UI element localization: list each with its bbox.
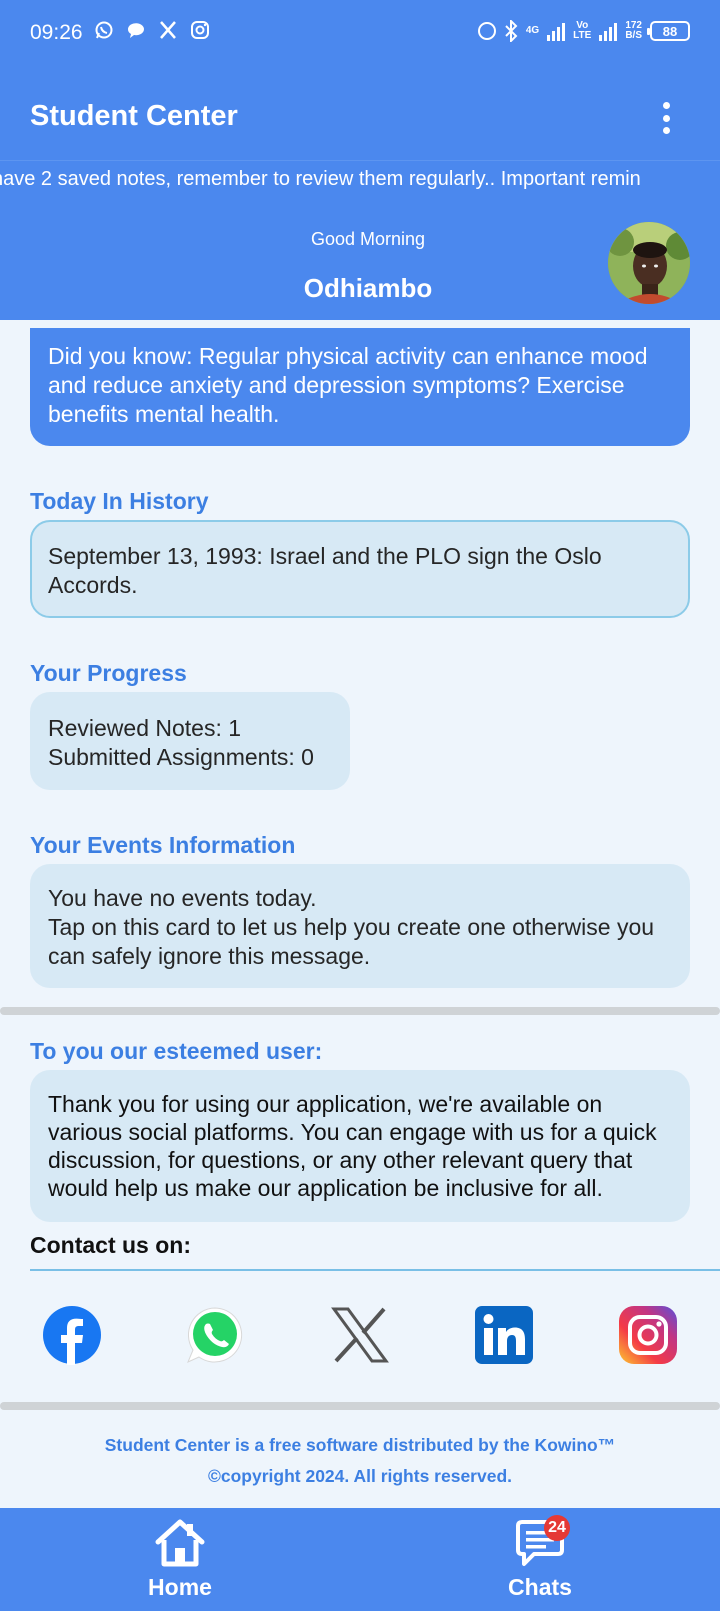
nav-chats[interactable]: 24 Chats: [360, 1508, 720, 1611]
nav-chats-label: Chats: [508, 1574, 572, 1600]
nav-home-label: Home: [148, 1574, 212, 1600]
reviewed-notes: Reviewed Notes: 1: [48, 715, 242, 741]
esteemed-title: To you our esteemed user:: [30, 1038, 323, 1064]
footer-divider: [0, 1402, 720, 1410]
x-icon: [160, 21, 176, 39]
footer-text: Student Center is a free software distri…: [104, 1435, 616, 1455]
bottom-navigation: Home 24 Chats: [0, 1508, 720, 1611]
avatar-image: [608, 222, 690, 304]
avatar[interactable]: [608, 222, 690, 304]
progress-title: Your Progress: [30, 660, 187, 686]
copyright-text: ©copyright 2024. All rights reserved.: [207, 1466, 513, 1486]
status-bar: 09:26 4G Vo LTE 172 B/S 88: [0, 0, 720, 68]
history-title: Today In History: [30, 488, 209, 514]
network-type-1: 4G: [525, 25, 540, 36]
page-title: Student Center: [30, 100, 238, 132]
signal-icon-2: [599, 21, 618, 41]
events-line-2: Tap on this card to let us help you crea…: [48, 914, 655, 969]
esteemed-user-card: Thank you for using our application, we'…: [30, 1070, 690, 1222]
linkedin-icon[interactable]: [474, 1305, 534, 1365]
notification-icons: [94, 20, 210, 40]
events-card[interactable]: You have no events today. Tap on this ca…: [30, 864, 690, 988]
system-status-icons: 4G Vo LTE 172 B/S 88: [477, 20, 690, 42]
more-vert-icon[interactable]: [660, 102, 672, 134]
nav-home[interactable]: Home: [0, 1508, 360, 1611]
volte-bottom: LTE: [573, 30, 592, 41]
did-you-know-card: Did you know: Regular physical activity …: [30, 328, 690, 446]
events-line-1: You have no events today.: [48, 885, 317, 911]
divider: [0, 1007, 720, 1015]
submitted-assignments: Submitted Assignments: 0: [48, 744, 314, 770]
x-icon[interactable]: [330, 1305, 390, 1365]
history-card: September 13, 1993: Israel and the PLO s…: [30, 520, 690, 618]
chats-badge: 24: [544, 1515, 570, 1541]
battery-level: 88: [662, 23, 678, 39]
notification-ticker: have 2 saved notes, remember to review t…: [0, 160, 720, 200]
data-saver-icon: [477, 22, 496, 40]
instagram-icon[interactable]: [618, 1305, 678, 1365]
network-speed: 172 B/S: [625, 21, 642, 41]
whatsapp-icon: [95, 21, 113, 39]
instagram-icon: [191, 21, 209, 39]
home-icon: [155, 1519, 205, 1567]
contact-divider: [30, 1269, 720, 1271]
chat-bubble-icon: [127, 23, 144, 38]
contact-label: Contact us on:: [30, 1232, 191, 1258]
app-bar: Student Center: [0, 68, 720, 160]
battery-icon: 88: [647, 21, 690, 41]
greeting-header: Good Morning Odhiambo: [0, 200, 720, 320]
speed-unit: B/S: [625, 30, 642, 41]
facebook-icon[interactable]: [42, 1305, 102, 1365]
signal-icon-1: [547, 21, 566, 41]
status-time: 09:26: [30, 21, 83, 44]
progress-card: Reviewed Notes: 1 Submitted Assignments:…: [30, 692, 350, 790]
volte-indicator: Vo LTE: [573, 21, 591, 41]
ticker-text: have 2 saved notes, remember to review t…: [0, 168, 641, 190]
events-title: Your Events Information: [30, 832, 296, 858]
bluetooth-icon: [505, 20, 518, 42]
whatsapp-icon[interactable]: [185, 1305, 245, 1365]
main-content[interactable]: Did you know: Regular physical activity …: [0, 320, 720, 1508]
